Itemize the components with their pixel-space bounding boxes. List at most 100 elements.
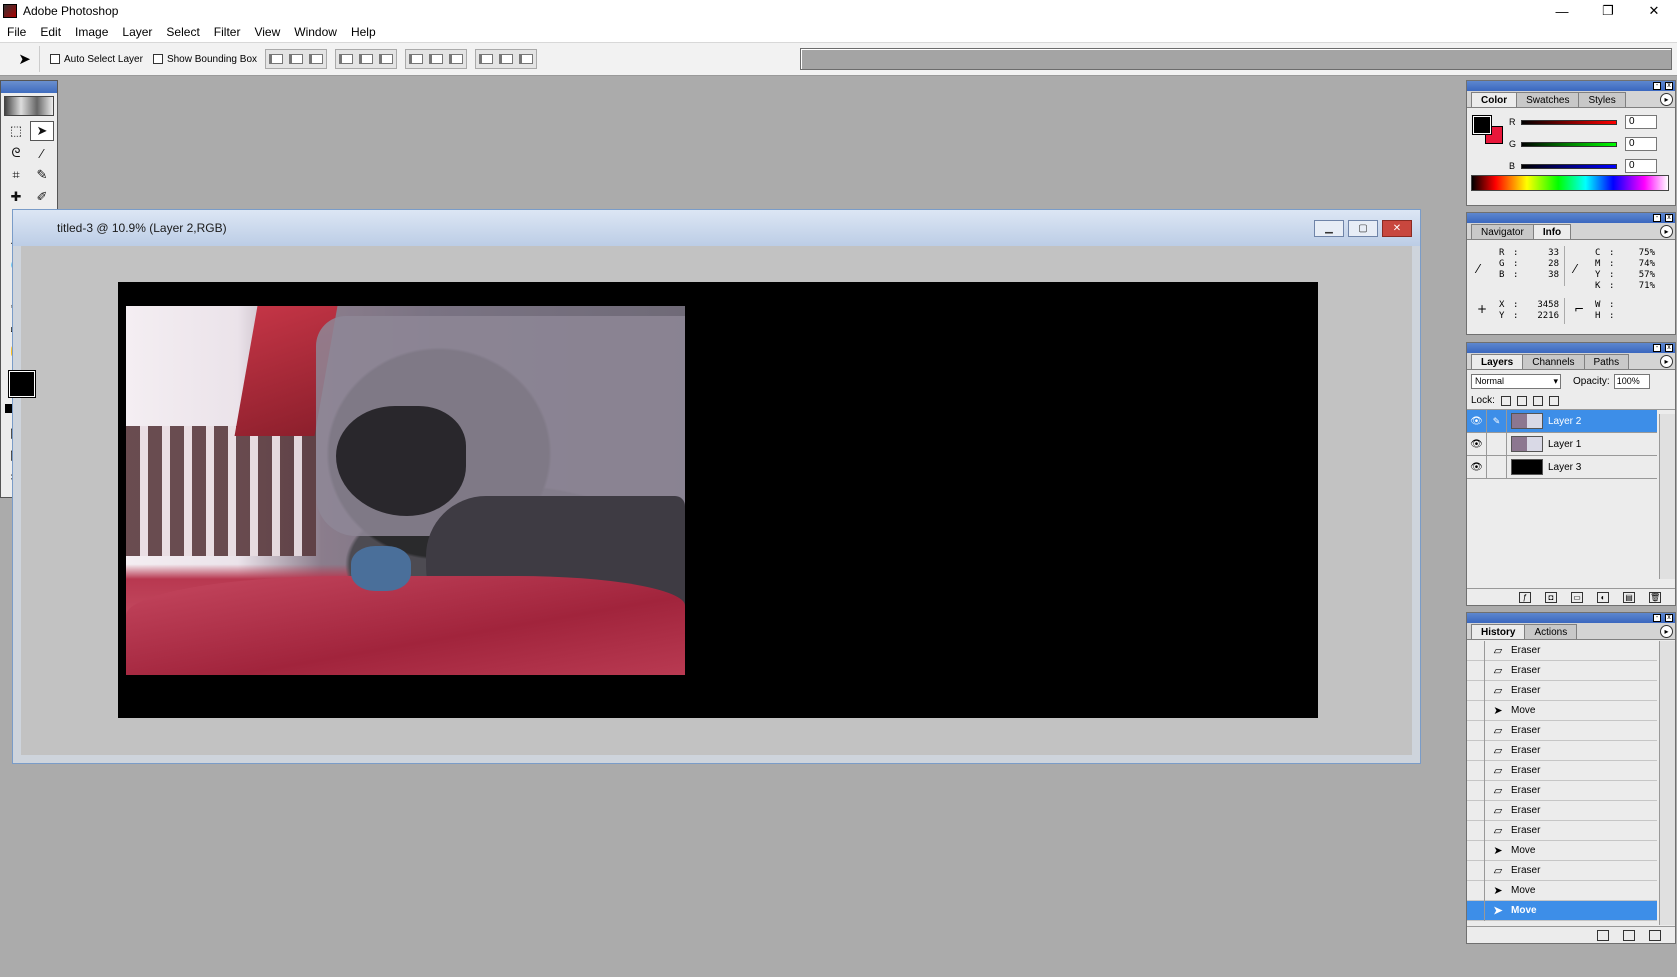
move-tool-icon[interactable]: ➤ bbox=[30, 121, 54, 141]
blue-slider[interactable] bbox=[1521, 163, 1617, 169]
menu-view[interactable]: View bbox=[247, 25, 287, 39]
adobe-online-icon[interactable] bbox=[4, 96, 54, 116]
menu-filter[interactable]: Filter bbox=[207, 25, 248, 39]
panel-minimize-icon[interactable]: - bbox=[1653, 344, 1661, 352]
align-icon[interactable] bbox=[269, 54, 284, 64]
green-value-input[interactable]: 0 bbox=[1625, 137, 1657, 151]
menu-layer[interactable]: Layer bbox=[115, 25, 159, 39]
brush-tool-icon[interactable]: ✐ bbox=[30, 187, 54, 207]
distribute-icon[interactable] bbox=[449, 54, 464, 64]
panel-menu-icon[interactable]: ▸ bbox=[1660, 355, 1673, 368]
history-item[interactable]: ▱ Eraser bbox=[1467, 720, 1657, 741]
tab-navigator[interactable]: Navigator bbox=[1471, 224, 1534, 239]
align-icon[interactable] bbox=[359, 54, 374, 64]
history-item[interactable]: ▱ Eraser bbox=[1467, 820, 1657, 841]
layer-mask-icon[interactable]: ◘ bbox=[1545, 591, 1557, 603]
history-brush-source-box[interactable] bbox=[1467, 860, 1485, 881]
canvas-layer-3-black[interactable] bbox=[118, 282, 1318, 718]
document-title-bar[interactable]: titled-3 @ 10.9% (Layer 2,RGB) bbox=[13, 210, 1420, 246]
align-icon[interactable] bbox=[339, 54, 354, 64]
history-brush-source-box[interactable] bbox=[1467, 700, 1485, 721]
layers-scrollbar[interactable] bbox=[1659, 414, 1675, 579]
new-document-from-state-icon[interactable] bbox=[1597, 929, 1609, 941]
new-set-icon[interactable]: ▭ bbox=[1571, 591, 1583, 603]
layer-row-layer-2[interactable]: 👁︎ ✎ Layer 2 bbox=[1467, 409, 1657, 433]
opacity-input[interactable]: 100% bbox=[1613, 373, 1650, 389]
align-icon[interactable] bbox=[289, 54, 304, 64]
panel-header[interactable]: - x bbox=[1467, 213, 1675, 223]
tab-info[interactable]: Info bbox=[1532, 224, 1572, 239]
tab-history[interactable]: History bbox=[1471, 624, 1526, 639]
panel-menu-icon[interactable]: ▸ bbox=[1660, 225, 1673, 238]
panel-minimize-icon[interactable]: - bbox=[1653, 214, 1661, 222]
history-item[interactable]: ➤ Move bbox=[1467, 840, 1657, 861]
tab-layers[interactable]: Layers bbox=[1471, 354, 1524, 369]
history-brush-source-box[interactable] bbox=[1467, 780, 1485, 801]
lock-position-icon[interactable] bbox=[1532, 395, 1543, 406]
dog-photo-layer[interactable] bbox=[126, 306, 685, 675]
panel-close-icon[interactable]: x bbox=[1665, 214, 1673, 222]
history-brush-source-box[interactable] bbox=[1467, 880, 1485, 901]
align-top-group[interactable] bbox=[265, 49, 328, 69]
document-minimize-button[interactable]: ▁ bbox=[1314, 220, 1344, 237]
toolbox-header[interactable] bbox=[1, 81, 57, 93]
checkbox-box[interactable] bbox=[50, 54, 60, 64]
magic-wand-tool-icon[interactable]: ⁄ bbox=[30, 143, 54, 163]
panel-menu-icon[interactable]: ▸ bbox=[1660, 625, 1673, 638]
blue-value-input[interactable]: 0 bbox=[1625, 159, 1657, 173]
new-snapshot-icon[interactable] bbox=[1623, 929, 1635, 941]
distribute-top-group[interactable] bbox=[405, 49, 468, 69]
visibility-eye-icon[interactable]: 👁︎ bbox=[1467, 432, 1487, 456]
layer-style-icon[interactable]: ƒ bbox=[1519, 591, 1531, 603]
crop-tool-icon[interactable]: ⌗ bbox=[4, 165, 28, 185]
menu-image[interactable]: Image bbox=[68, 25, 115, 39]
history-item[interactable]: ▱ Eraser bbox=[1467, 680, 1657, 701]
history-item[interactable]: ➤ Move bbox=[1467, 700, 1657, 721]
document-maximize-button[interactable]: ▢ bbox=[1348, 220, 1378, 237]
history-brush-source-box[interactable] bbox=[1467, 680, 1485, 701]
auto-select-layer-checkbox[interactable]: Auto Select Layer bbox=[50, 54, 143, 65]
move-tool-preset-icon[interactable]: ➤ bbox=[10, 46, 40, 72]
layer-link-icon[interactable] bbox=[1487, 432, 1507, 456]
color-spectrum-bar[interactable] bbox=[1471, 175, 1669, 191]
history-item[interactable]: ▱ Eraser bbox=[1467, 760, 1657, 781]
slice-tool-icon[interactable]: ✎ bbox=[30, 165, 54, 185]
history-item[interactable]: ▱ Eraser bbox=[1467, 800, 1657, 821]
panel-minimize-icon[interactable]: - bbox=[1653, 82, 1661, 90]
palette-well[interactable] bbox=[800, 48, 1672, 70]
history-brush-source-box[interactable] bbox=[1467, 720, 1485, 741]
minimize-button[interactable]: — bbox=[1539, 0, 1585, 22]
history-scrollbar[interactable] bbox=[1659, 641, 1675, 925]
history-brush-source-box[interactable] bbox=[1467, 760, 1485, 781]
checkbox-box[interactable] bbox=[152, 54, 163, 64]
document-close-button[interactable]: ✕ bbox=[1382, 220, 1412, 237]
foreground-color-swatch[interactable] bbox=[1472, 115, 1492, 135]
history-brush-source-box[interactable] bbox=[1467, 900, 1485, 921]
align-icon[interactable] bbox=[309, 54, 324, 64]
distribute-icon[interactable] bbox=[479, 54, 494, 64]
restore-button[interactable]: ❐ bbox=[1585, 0, 1631, 22]
menu-edit[interactable]: Edit bbox=[33, 25, 68, 39]
tab-styles[interactable]: Styles bbox=[1578, 92, 1626, 107]
marquee-tool-icon[interactable]: ⬚ bbox=[4, 121, 28, 141]
panel-close-icon[interactable]: x bbox=[1665, 82, 1673, 90]
red-value-input[interactable]: 0 bbox=[1625, 115, 1657, 129]
blend-mode-select[interactable]: Normal bbox=[1471, 373, 1561, 389]
menu-file[interactable]: File bbox=[0, 25, 33, 39]
distribute-icon[interactable] bbox=[519, 54, 534, 64]
history-item[interactable]: ▱ Eraser bbox=[1467, 860, 1657, 881]
trash-icon[interactable] bbox=[1649, 929, 1661, 941]
history-item[interactable]: ▱ Eraser bbox=[1467, 660, 1657, 681]
distribute-left-group[interactable] bbox=[475, 49, 538, 69]
trash-icon[interactable]: 🗑︎ bbox=[1649, 591, 1661, 603]
layer-row-layer-1[interactable]: 👁︎ Layer 1 bbox=[1467, 432, 1657, 456]
visibility-eye-icon[interactable]: 👁︎ bbox=[1467, 455, 1487, 479]
panel-header[interactable]: - x bbox=[1467, 343, 1675, 353]
menu-help[interactable]: Help bbox=[344, 25, 383, 39]
layer-row-layer-3[interactable]: 👁︎ Layer 3 bbox=[1467, 455, 1657, 479]
history-brush-source-box[interactable] bbox=[1467, 840, 1485, 861]
history-brush-source-box[interactable] bbox=[1467, 641, 1485, 661]
close-button[interactable]: ✕ bbox=[1631, 0, 1677, 22]
show-bounding-box-checkbox[interactable]: Show Bounding Box bbox=[152, 54, 257, 65]
lock-image-icon[interactable] bbox=[1516, 395, 1527, 406]
